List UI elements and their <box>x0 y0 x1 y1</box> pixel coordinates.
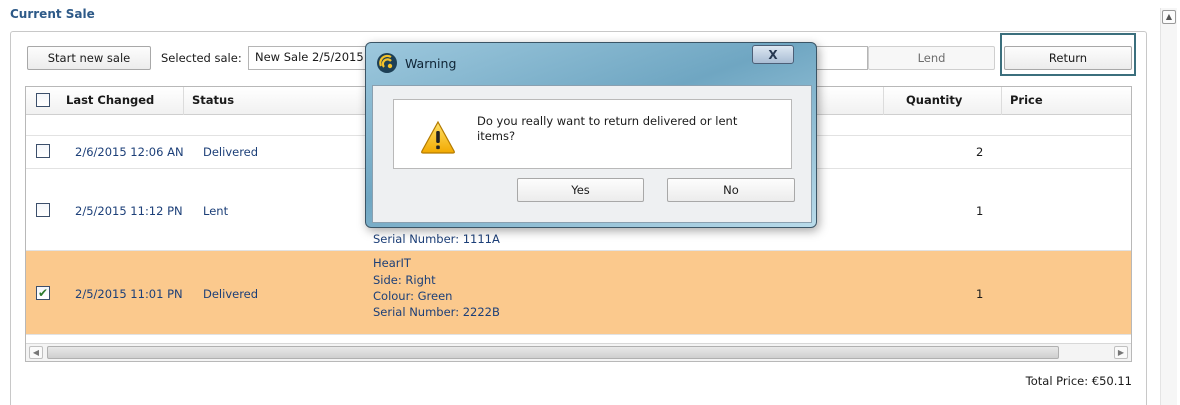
column-quantity[interactable]: Quantity <box>898 87 1002 115</box>
cell-detail-side: Side: Right <box>373 273 436 287</box>
scroll-right-icon[interactable]: ▶ <box>1114 346 1128 359</box>
dialog-body: Do you really want to return delivered o… <box>372 85 812 223</box>
scroll-left-icon[interactable]: ◀ <box>29 346 43 359</box>
dialog-message: Do you really want to return delivered o… <box>477 114 738 143</box>
row-checkbox-checked[interactable]: ✔ <box>36 286 50 300</box>
cell-last-changed: 2/6/2015 12:06 AN <box>75 145 184 159</box>
scroll-up-icon[interactable]: ▲ <box>1162 10 1176 24</box>
total-price: Total Price: €50.11 <box>1025 374 1132 388</box>
cell-quantity: 1 <box>976 204 984 218</box>
cell-status: Delivered <box>203 287 259 301</box>
selected-sale-label: Selected sale: <box>161 51 242 65</box>
section-title: Current Sale <box>10 7 95 21</box>
vertical-scrollbar[interactable]: ▲ <box>1160 8 1177 405</box>
cell-status: Lent <box>203 204 229 218</box>
cell-last-changed: 2/5/2015 11:12 PN <box>75 204 183 218</box>
lend-button[interactable]: Lend <box>868 46 995 70</box>
yes-button[interactable]: Yes <box>517 178 644 202</box>
start-new-sale-button[interactable]: Start new sale <box>27 46 151 70</box>
row-checkbox[interactable] <box>36 203 50 217</box>
cell-last-changed: 2/5/2015 11:01 PN <box>75 287 183 301</box>
warning-triangle-icon <box>421 120 455 154</box>
cell-detail-colour: Colour: Green <box>373 289 453 303</box>
return-button[interactable]: Return <box>1004 46 1132 70</box>
table-row-selected[interactable]: ✔ 2/5/2015 11:01 PN Delivered HearIT Sid… <box>26 251 1131 335</box>
column-price[interactable]: Price <box>1002 87 1131 115</box>
cell-quantity: 2 <box>976 145 984 159</box>
scroll-thumb[interactable] <box>47 346 1059 359</box>
cell-quantity: 1 <box>976 287 984 301</box>
dialog-title: Warning <box>405 56 457 71</box>
app-logo-icon <box>377 53 397 73</box>
cell-detail-serial: Serial Number: 1111A <box>373 232 500 246</box>
cell-status: Delivered <box>203 145 259 159</box>
select-all-checkbox[interactable] <box>36 93 50 107</box>
warning-dialog: Warning X Do you really want to return d… <box>365 42 817 228</box>
cell-detail-product: HearIT <box>373 256 411 270</box>
close-icon[interactable]: X <box>752 45 794 64</box>
column-last-changed[interactable]: Last Changed <box>58 87 184 115</box>
message-panel: Do you really want to return delivered o… <box>393 99 792 169</box>
cell-detail-serial: Serial Number: 2222B <box>373 305 500 319</box>
no-button[interactable]: No <box>667 178 795 202</box>
horizontal-scrollbar[interactable]: ◀ ▶ <box>26 343 1131 361</box>
row-checkbox[interactable] <box>36 144 50 158</box>
